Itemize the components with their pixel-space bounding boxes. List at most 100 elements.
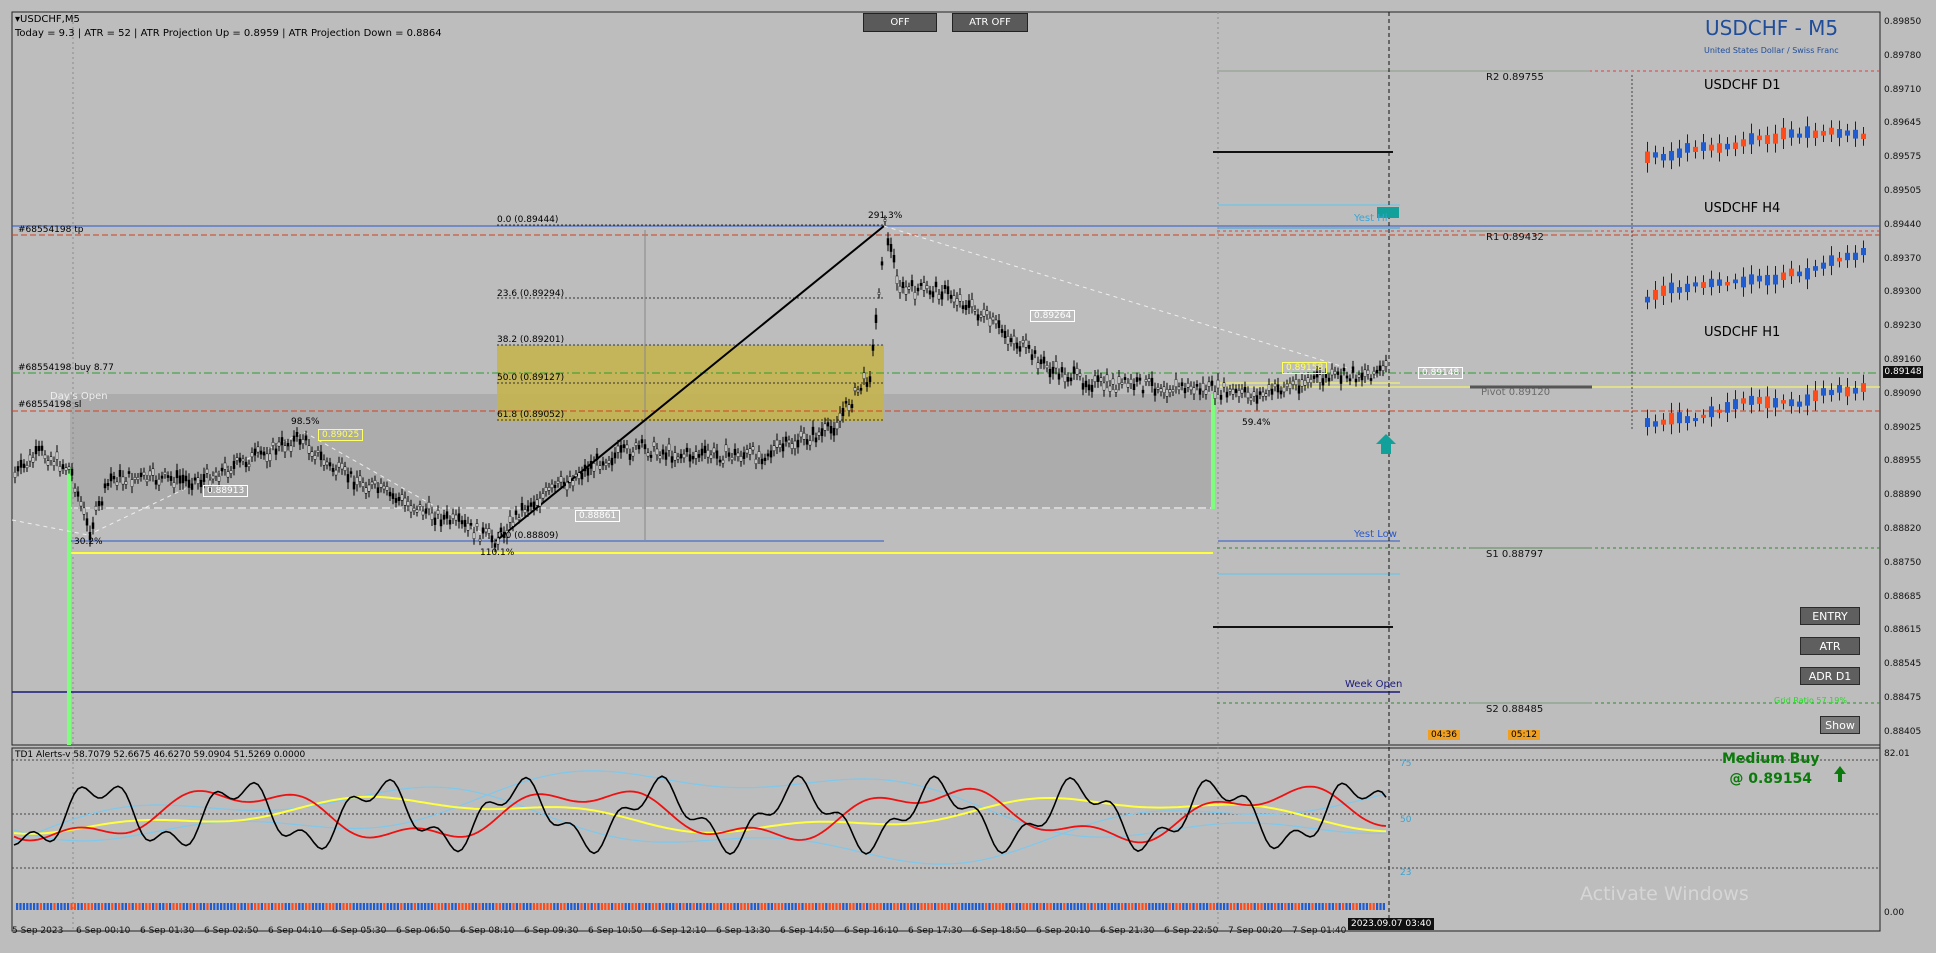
signal-dot	[954, 903, 957, 910]
candle-body	[40, 445, 44, 451]
show-button[interactable]: Show	[1820, 716, 1860, 734]
candle-body	[925, 285, 929, 290]
signal-dot	[77, 903, 80, 910]
signal-dot	[67, 903, 70, 910]
signal-dot	[927, 903, 930, 910]
candle-body	[478, 538, 482, 542]
candle-body	[790, 443, 794, 449]
atr-off-button[interactable]: ATR OFF	[952, 13, 1028, 32]
signal-dot	[36, 903, 39, 910]
fib-382-label: 38.2 (0.89201)	[497, 335, 565, 345]
mini-candle	[1845, 386, 1850, 397]
signal-dot	[787, 903, 790, 910]
mini-candle	[1693, 282, 1698, 287]
candle-body	[619, 445, 623, 453]
candle-body	[1048, 368, 1052, 378]
candle-body	[493, 543, 497, 548]
candle-body	[1054, 361, 1058, 369]
signal-dot	[1243, 903, 1246, 910]
order-buy-label[interactable]: #68554198 buy 8.77	[18, 363, 114, 373]
signal-dot	[747, 903, 750, 910]
candle-body	[1108, 385, 1112, 392]
pct-30-label: 30.2%	[74, 537, 103, 547]
adr-d1-button[interactable]: ADR D1	[1800, 667, 1860, 685]
candle-body	[853, 387, 857, 392]
signal-dot	[1158, 903, 1161, 910]
signal-dot	[713, 903, 716, 910]
candle-body	[520, 503, 524, 511]
candle-body	[358, 475, 362, 482]
candle-body	[292, 435, 296, 442]
candle-body	[139, 472, 143, 478]
candle-body	[1339, 375, 1343, 384]
candle-body	[469, 523, 473, 526]
candle-body	[172, 482, 176, 488]
band-upper-line	[13, 770, 1387, 842]
mini-candle	[1733, 279, 1738, 284]
order-tp-label[interactable]: #68554198 tp	[18, 225, 83, 235]
signal-dot	[539, 903, 542, 910]
time-tick: 6 Sep 08:10	[460, 926, 515, 936]
mini-candle	[1861, 133, 1866, 140]
signal-dot	[665, 903, 668, 910]
mini-candle	[1853, 129, 1858, 139]
signal-dot	[427, 903, 430, 910]
mini-candle	[1853, 387, 1858, 394]
signal-dot	[1376, 903, 1379, 910]
price-chart[interactable]	[0, 0, 1936, 953]
signal-dot	[1274, 903, 1277, 910]
signal-dot	[1097, 903, 1100, 910]
signal-dot	[957, 903, 960, 910]
signal-dot	[832, 903, 835, 910]
signal-dot	[386, 903, 389, 910]
signal-dot	[63, 903, 66, 910]
price-tick: 0.89850	[1884, 17, 1922, 27]
candle-body	[1213, 391, 1217, 399]
entry-button[interactable]: ENTRY	[1800, 607, 1860, 625]
candle-body	[1096, 375, 1100, 382]
time-tick: 6 Sep 21:30	[1100, 926, 1155, 936]
candle-body	[244, 461, 248, 468]
mini-candle	[1781, 400, 1786, 404]
candle-body	[121, 476, 125, 485]
candle-body	[109, 473, 113, 482]
candle-body	[763, 457, 767, 461]
candle-body	[538, 497, 542, 507]
mini-candle	[1677, 287, 1682, 293]
candle-body	[1030, 354, 1034, 360]
candle-body	[1231, 388, 1235, 395]
signal-dot	[1260, 903, 1263, 910]
candle-body	[760, 458, 764, 465]
candle-body	[775, 439, 779, 448]
signal-dot	[70, 903, 73, 910]
signal-dot	[923, 903, 926, 910]
candle-body	[1225, 391, 1229, 398]
signal-dot	[1321, 903, 1324, 910]
candle-body	[1246, 391, 1250, 399]
candle-body	[1195, 384, 1199, 387]
signal-dot	[60, 903, 63, 910]
signal-dot	[1308, 903, 1311, 910]
signal-dot	[1263, 903, 1266, 910]
candle-body	[1249, 397, 1253, 401]
signal-dot	[254, 903, 257, 910]
signal-dot	[1141, 903, 1144, 910]
candle-body	[250, 452, 254, 458]
time-tick: 7 Sep 01:40	[1292, 926, 1347, 936]
off-button[interactable]: OFF	[863, 13, 937, 32]
time-tick: 6 Sep 12:10	[652, 926, 707, 936]
candle-body	[1111, 378, 1115, 385]
price-tick: 0.88820	[1884, 524, 1922, 534]
signal-dot	[869, 903, 872, 910]
candle-body	[238, 457, 242, 463]
signal-dot	[985, 903, 988, 910]
candle-body	[856, 389, 860, 393]
candle-body	[1372, 370, 1376, 375]
candle-body	[1024, 339, 1028, 348]
candle-body	[1015, 342, 1019, 349]
candle-body	[286, 443, 290, 447]
candle-body	[547, 487, 551, 491]
candle-body	[727, 452, 731, 457]
candle-body	[289, 445, 293, 452]
atr-button[interactable]: ATR	[1800, 637, 1860, 655]
